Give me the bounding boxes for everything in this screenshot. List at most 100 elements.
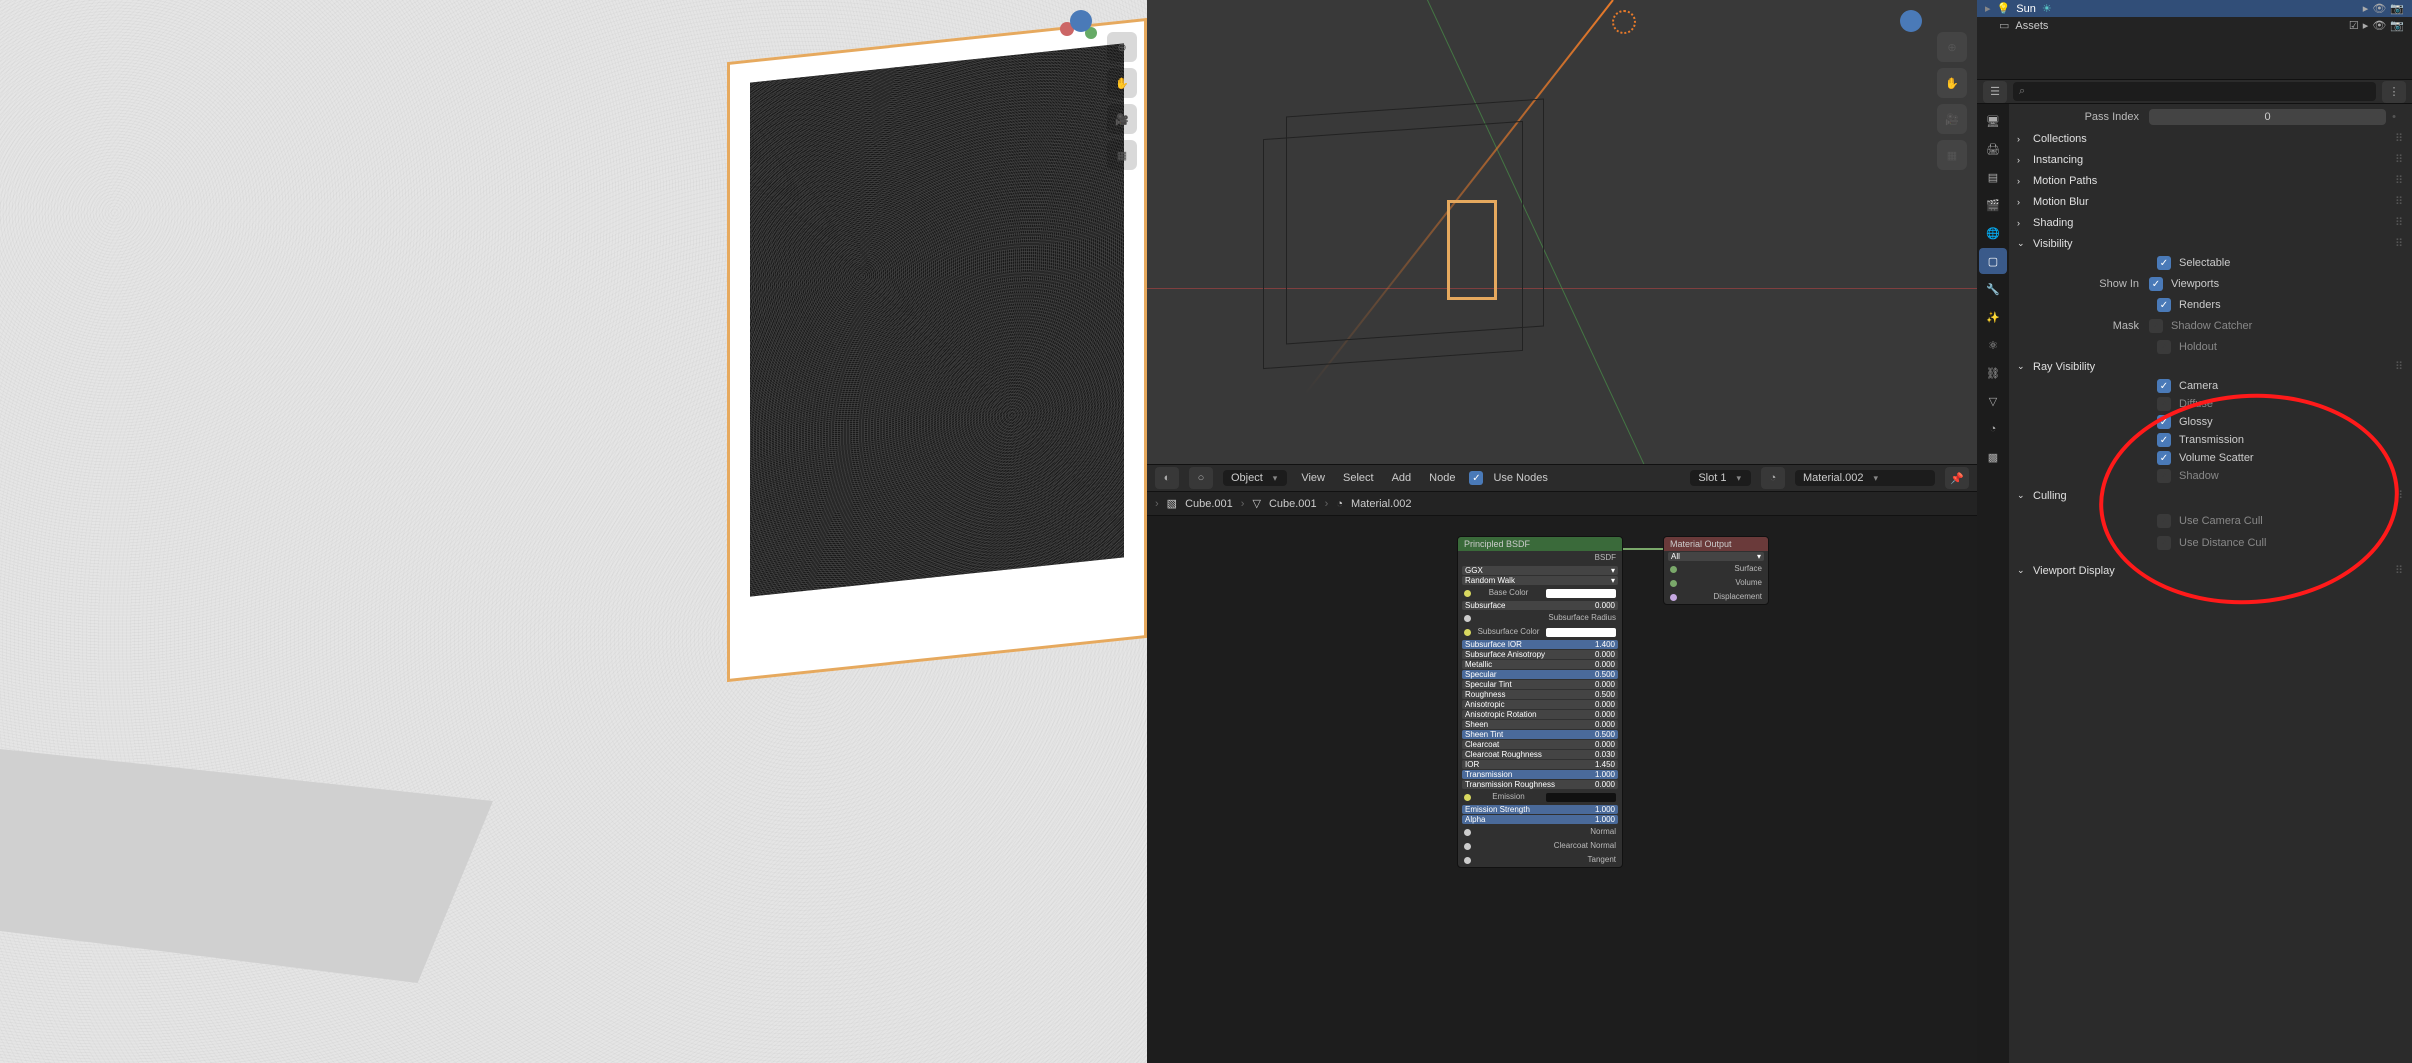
tab-particles[interactable]: ✨ [1979,304,2007,330]
node-param-field[interactable]: IOR1.450 [1462,760,1618,769]
distance-cull-checkbox[interactable]: ✓ [2157,536,2171,550]
panel-ray-visibility[interactable]: ⌄ Ray Visibility ⠿ [2009,356,2412,377]
camera-icon[interactable]: 🎥 [1107,104,1137,134]
render-icon[interactable]: 📷 [2390,19,2404,32]
menu-node[interactable]: Node [1425,470,1459,486]
drag-icon[interactable]: ⠿ [2395,564,2404,577]
material-output-node[interactable]: Material Output All▾ Surface Volume Disp… [1663,536,1769,605]
expand-icon[interactable]: ▸ [1985,2,1991,15]
tab-output[interactable]: 🖨 [1979,136,2007,162]
navigation-gizmo[interactable] [1070,10,1092,32]
properties-panels[interactable]: Pass Index 0 • ›Collections⠿›Instancing⠿… [2009,104,2412,1063]
subsurface-method-dropdown[interactable]: Random Walk▾ [1462,576,1618,585]
node-param-field[interactable]: Metallic0.000 [1462,660,1618,669]
drag-icon[interactable]: ⠿ [2395,489,2404,502]
material-selector[interactable]: Material.002 [1795,470,1935,486]
socket-icon[interactable] [1670,566,1677,573]
object-mode-dropdown[interactable]: Object [1223,470,1287,486]
node-tree-type-icon[interactable]: ○ [1189,467,1213,489]
ray-transmission-checkbox[interactable]: ✓ [2157,433,2171,447]
socket-icon[interactable] [1670,594,1677,601]
camera-cull-checkbox[interactable]: ✓ [2157,514,2171,528]
outliner-item-sun[interactable]: ▸ 💡 Sun ☀ ▸ 👁 📷 [1977,0,2412,17]
search-input[interactable] [2029,84,2370,99]
node-param-field[interactable]: Roughness0.500 [1462,690,1618,699]
tab-physics[interactable]: ⚛ [1979,332,2007,358]
node-param[interactable]: Tangent [1458,853,1622,867]
bc-material[interactable]: Material.002 [1351,498,1412,510]
animate-dot-icon[interactable]: • [2386,111,2402,123]
perspective-icon[interactable]: ▦ [1107,140,1137,170]
principled-bsdf-node[interactable]: Principled BSDF BSDF GGX▾ Random Walk▾ B… [1457,536,1623,868]
selectable-icon[interactable]: ▸ [2363,19,2369,32]
camera-icon[interactable]: 🎥 [1937,104,1967,134]
ray-camera-checkbox[interactable]: ✓ [2157,379,2171,393]
node-param-field[interactable]: Subsurface0.000 [1462,601,1618,610]
outliner[interactable]: ▸ 💡 Sun ☀ ▸ 👁 📷 ▭ Assets ☑ ▸ 👁 📷 [1977,0,2412,80]
bc-object[interactable]: Cube.001 [1185,498,1233,510]
tab-scene[interactable]: 🎬 [1979,192,2007,218]
window-plane[interactable] [1447,200,1497,300]
ray-volume scatter-checkbox[interactable]: ✓ [2157,451,2171,465]
panel-motion-paths[interactable]: ›Motion Paths⠿ [2009,170,2412,191]
menu-view[interactable]: View [1297,470,1329,486]
shadow-catcher-checkbox[interactable]: ✓ [2149,319,2163,333]
editor-type-icon[interactable]: ◐ [1155,467,1179,489]
menu-select[interactable]: Select [1339,470,1378,486]
tab-modifiers[interactable]: 🔧 [1979,276,2007,302]
panel-viewport-display[interactable]: ⌄ Viewport Display ⠿ [2009,560,2412,581]
navigation-gizmo[interactable] [1900,10,1922,32]
node-param-field[interactable]: Clearcoat Roughness0.030 [1462,750,1618,759]
solid-viewport[interactable]: ⊕ ✋ 🎥 ▦ [1147,0,1977,464]
tab-material[interactable]: ◔ [1979,416,2007,442]
node-param-field[interactable]: Sheen Tint0.500 [1462,730,1618,739]
node-param-field[interactable]: Sheen0.000 [1462,720,1618,729]
node-param-field[interactable]: Subsurface Anisotropy0.000 [1462,650,1618,659]
node-param-field[interactable]: Specular0.500 [1462,670,1618,679]
node-param-field[interactable]: Subsurface IOR1.400 [1462,640,1618,649]
eye-icon[interactable]: 👁 [2372,19,2386,32]
pin-icon[interactable]: 📌 [1945,467,1969,489]
tab-render[interactable]: 🖥 [1979,108,2007,134]
zoom-icon[interactable]: ⊕ [1107,32,1137,62]
panel-shading[interactable]: ›Shading⠿ [2009,212,2412,233]
node-param-field[interactable]: Alpha1.000 [1462,815,1618,824]
properties-search[interactable]: ⌕ [2013,82,2376,101]
exclude-checkbox[interactable]: ☑ [2349,19,2359,32]
tab-viewlayer[interactable]: ▤ [1979,164,2007,190]
distribution-dropdown[interactable]: GGX▾ [1462,566,1618,575]
material-browse-icon[interactable]: ◔ [1761,467,1785,489]
panel-instancing[interactable]: ›Instancing⠿ [2009,149,2412,170]
ray-shadow-checkbox[interactable]: ✓ [2157,469,2171,483]
node-param[interactable]: Normal [1458,825,1622,839]
node-param[interactable]: Subsurface Radius [1458,611,1622,625]
perspective-icon[interactable]: ▦ [1937,140,1967,170]
ray-diffuse-checkbox[interactable]: ✓ [2157,397,2171,411]
node-param[interactable]: Subsurface Color [1458,625,1622,639]
panel-motion-blur[interactable]: ›Motion Blur⠿ [2009,191,2412,212]
outliner-item-assets[interactable]: ▭ Assets ☑ ▸ 👁 📷 [1977,17,2412,34]
drag-icon[interactable]: ⠿ [2395,237,2404,250]
eye-icon[interactable]: 👁 [2372,2,2386,15]
node-param[interactable]: Base Color [1458,586,1622,600]
panel-culling[interactable]: ⌄ Culling ⠿ [2009,485,2412,506]
use-nodes-checkbox[interactable]: ✓ [1469,471,1483,485]
node-param-field[interactable]: Anisotropic Rotation0.000 [1462,710,1618,719]
tab-object[interactable]: ▢ [1979,248,2007,274]
tab-world[interactable]: 🌐 [1979,220,2007,246]
node-param-field[interactable]: Anisotropic0.000 [1462,700,1618,709]
target-dropdown[interactable]: All▾ [1668,552,1764,561]
node-param-field[interactable]: Emission Strength1.000 [1462,805,1618,814]
viewports-checkbox[interactable]: ✓ [2149,277,2163,291]
render-icon[interactable]: 📷 [2390,2,2404,15]
rendered-viewport[interactable]: ⊕ ✋ 🎥 ▦ [0,0,1147,1063]
menu-add[interactable]: Add [1388,470,1416,486]
pan-icon[interactable]: ✋ [1937,68,1967,98]
node-param[interactable]: Clearcoat Normal [1458,839,1622,853]
pan-icon[interactable]: ✋ [1107,68,1137,98]
options-icon[interactable]: ⋮ [2382,81,2406,103]
panel-collections[interactable]: ›Collections⠿ [2009,128,2412,149]
sun-light[interactable] [1612,10,1636,34]
bc-mesh[interactable]: Cube.001 [1269,498,1317,510]
node-editor[interactable]: Principled BSDF BSDF GGX▾ Random Walk▾ B… [1147,516,1977,1063]
